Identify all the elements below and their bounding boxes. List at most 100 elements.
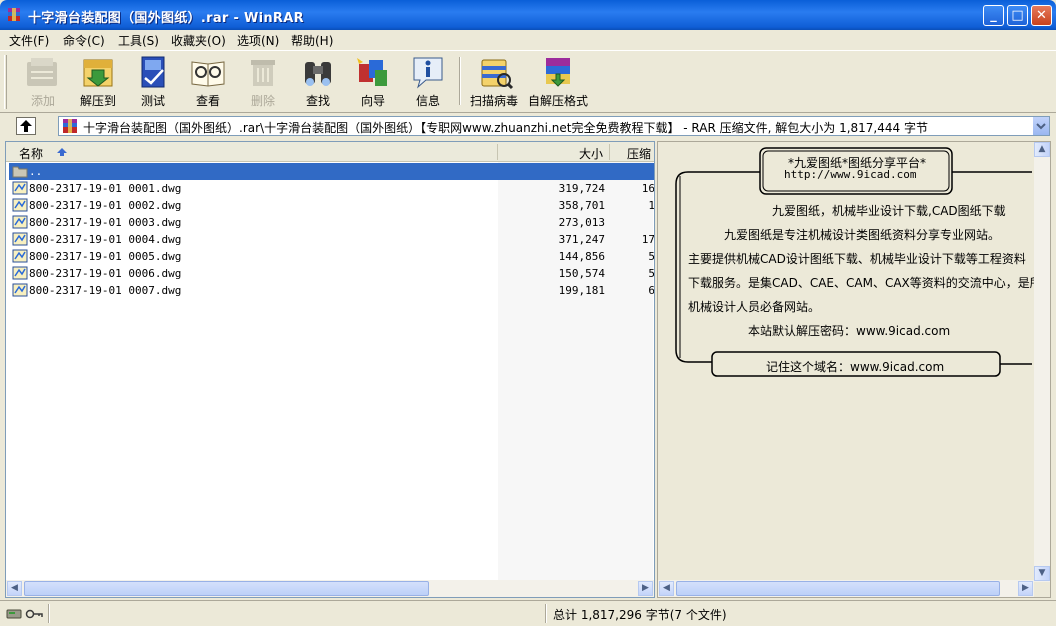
add-button[interactable]: 添加 [16, 54, 70, 110]
parent-folder-icon [12, 166, 28, 178]
sfx-button[interactable]: 自解压格式 [526, 54, 590, 110]
sfx-icon [546, 58, 570, 87]
column-divider[interactable] [497, 144, 498, 160]
scan-virus-button[interactable]: 扫描病毒 [466, 54, 522, 110]
toolbar: 添加 解压到 测试 查看 删除 查找 向导 信息 扫描病毒 自解压格式 [0, 50, 1056, 112]
file-size: 358,701 [558, 199, 605, 212]
menu-file[interactable]: 文件(F) [9, 32, 49, 49]
menu-help[interactable]: 帮助(H) [291, 32, 333, 49]
wizard-button[interactable]: 向导 [346, 54, 400, 110]
column-header-packed[interactable]: 压缩 [627, 145, 651, 162]
dwg-file-icon [12, 283, 28, 297]
menu-favorites[interactable]: 收藏夹(O) [171, 32, 226, 49]
comment-line-2: 九爱图纸是专注机械设计类图纸资料分享专业网站。 [724, 228, 1001, 242]
status-divider [48, 604, 50, 623]
up-arrow-icon [20, 120, 32, 132]
sort-ascending-icon [57, 148, 67, 156]
file-size: 144,856 [558, 250, 605, 263]
comment-box-url[interactable]: http://www.9icad.com [784, 168, 916, 181]
scroll-right-button[interactable]: ▶ [638, 581, 653, 596]
delete-icon [251, 60, 275, 86]
column-header-size[interactable]: 大小 [579, 145, 603, 162]
file-packed: 17 [641, 233, 655, 246]
menu-bar: 文件(F) 命令(C) 工具(S) 收藏夹(O) 选项(N) 帮助(H) [0, 30, 1056, 50]
file-name: 800-2317-19-01 0002.dwg [29, 199, 182, 212]
close-icon: ✕ [1036, 8, 1047, 23]
list-item[interactable]: 800-2317-19-01 0006.dwg 150,574 5 [9, 265, 654, 282]
menu-options[interactable]: 选项(N) [237, 32, 279, 49]
comment-horizontal-scrollbar[interactable]: ◀ ▶ [658, 580, 1034, 597]
comment-footer: 记住这个域名：www.9icad.com [766, 360, 945, 374]
archive-comment-panel[interactable]: *九爱图纸*图纸分享平台* http://www.9icad.com 九爱图纸，… [657, 141, 1051, 598]
scrollbar-thumb[interactable] [676, 581, 1000, 596]
comment-line-1: 九爱图纸，机械毕业设计下载,CAD图纸下载 [772, 204, 1006, 218]
scroll-down-button[interactable]: ▼ [1034, 566, 1050, 581]
archive-path-text: 十字滑台装配图（国外图纸）.rar\十字滑台装配图（国外图纸）【专职网www.z… [83, 121, 928, 135]
file-list-panel[interactable]: 名称 大小 压缩 .. 800-2317-19-01 0001.dwg 319,… [5, 141, 655, 598]
menu-commands[interactable]: 命令(C) [63, 32, 105, 49]
title-bar[interactable]: 十字滑台装配图（国外图纸）.rar - WinRAR _ □ ✕ [0, 0, 1056, 30]
view-button[interactable]: 查看 [181, 54, 235, 110]
column-divider[interactable] [609, 144, 610, 160]
sfx-button-label: 自解压格式 [527, 94, 588, 108]
list-item[interactable]: 800-2317-19-01 0001.dwg 319,724 16 [9, 180, 654, 197]
test-button-label: 测试 [140, 94, 165, 108]
dwg-file-icon [12, 266, 28, 280]
dwg-file-icon [12, 232, 28, 246]
list-item[interactable]: 800-2317-19-01 0003.dwg 273,013 [9, 214, 654, 231]
scroll-left-button[interactable]: ◀ [659, 581, 674, 596]
file-size: 273,013 [558, 216, 605, 229]
add-icon [27, 58, 57, 86]
scrollbar-thumb[interactable] [24, 581, 429, 596]
up-folder-button[interactable] [16, 117, 36, 135]
maximize-button[interactable]: □ [1007, 5, 1028, 26]
menu-tools[interactable]: 工具(S) [118, 32, 159, 49]
toolbar-separator [459, 57, 461, 105]
list-item[interactable]: 800-2317-19-01 0002.dwg 358,701 1 [9, 197, 654, 214]
test-icon [141, 56, 165, 88]
delete-button[interactable]: 删除 [236, 54, 290, 110]
scroll-right-button[interactable]: ▶ [1018, 581, 1033, 596]
file-packed: 16 [641, 182, 655, 195]
archive-path-combo[interactable]: 十字滑台装配图（国外图纸）.rar\十字滑台装配图（国外图纸）【专职网www.z… [58, 116, 1050, 136]
close-button[interactable]: ✕ [1031, 5, 1052, 26]
file-size: 371,247 [558, 233, 605, 246]
scroll-up-button[interactable]: ▲ [1034, 142, 1050, 157]
find-icon [305, 62, 331, 86]
toolbar-grip[interactable] [4, 55, 7, 109]
wizard-icon [357, 58, 387, 86]
test-button[interactable]: 测试 [126, 54, 180, 110]
list-item[interactable]: 800-2317-19-01 0005.dwg 144,856 5 [9, 248, 654, 265]
dwg-file-icon [12, 249, 28, 263]
comment-vertical-scrollbar[interactable]: ▲ ▼ [1034, 142, 1050, 582]
list-item[interactable]: 800-2317-19-01 0004.dwg 371,247 17 [9, 231, 654, 248]
delete-button-label: 删除 [250, 94, 275, 108]
minimize-button[interactable]: _ [983, 5, 1004, 26]
maximize-icon: □ [1011, 8, 1024, 23]
file-packed: 5 [648, 267, 655, 280]
extract-to-icon [83, 59, 113, 87]
comment-line-5: 机械设计人员必备网站。 [688, 300, 821, 314]
file-size: 199,181 [558, 284, 605, 297]
comment-line-4: 下载服务。是集CAD、CAE、CAM、CAX等资料的交流中心，是所有 [688, 276, 1051, 290]
column-header-name[interactable]: 名称 [19, 145, 43, 162]
file-packed: 6 [648, 284, 655, 297]
extract-to-button[interactable]: 解压到 [71, 54, 125, 110]
add-button-label: 添加 [30, 94, 55, 108]
file-name: .. [29, 165, 43, 178]
path-dropdown-button[interactable] [1032, 117, 1049, 135]
drive-key-icon [6, 609, 43, 619]
list-item[interactable]: 800-2317-19-01 0007.dwg 199,181 6 [9, 282, 654, 299]
window-title: 十字滑台装配图（国外图纸）.rar - WinRAR [28, 11, 304, 26]
winrar-app-icon[interactable] [6, 7, 22, 23]
scroll-left-button[interactable]: ◀ [7, 581, 22, 596]
find-button-label: 查找 [305, 94, 330, 108]
info-button[interactable]: 信息 [401, 54, 455, 110]
file-packed: 5 [648, 250, 655, 263]
find-button[interactable]: 查找 [291, 54, 345, 110]
file-list-horizontal-scrollbar[interactable]: ◀ ▶ [6, 580, 654, 597]
dwg-file-icon [12, 215, 28, 229]
file-name: 800-2317-19-01 0005.dwg [29, 250, 182, 263]
list-item[interactable]: .. [9, 163, 654, 180]
info-icon [413, 57, 443, 89]
